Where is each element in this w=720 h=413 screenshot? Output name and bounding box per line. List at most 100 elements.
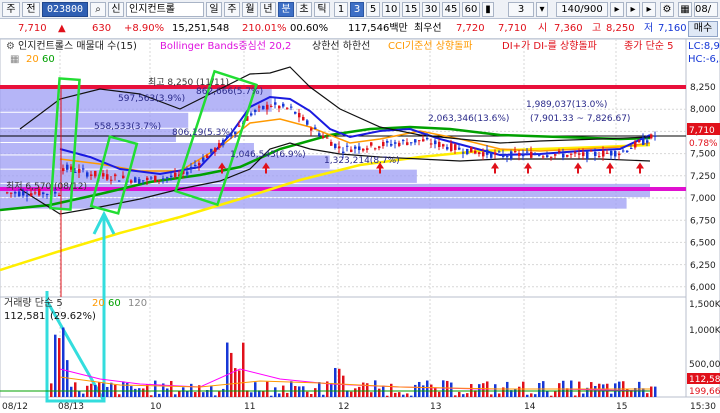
interval-15-button[interactable]: 15 (402, 2, 420, 17)
volume-ratio: 210.01% (242, 23, 287, 34)
candle-up (378, 146, 381, 149)
candle-down (434, 140, 437, 145)
interval-10-button[interactable]: 10 (382, 2, 400, 17)
volume-bar (558, 383, 561, 397)
period-week-button[interactable]: 주 (224, 2, 240, 17)
legend-ma60: 60 (42, 54, 55, 65)
candle-down (502, 153, 505, 157)
candle-up (310, 128, 313, 131)
candle-down (386, 140, 389, 143)
volume-bar (142, 388, 145, 397)
candle-up (366, 148, 369, 150)
candle-down (538, 154, 541, 156)
mode-select[interactable]: 주 (2, 2, 20, 17)
volume-bar (654, 386, 657, 397)
volume-bar (290, 381, 293, 397)
candle-up (550, 156, 553, 158)
code-search-icon[interactable]: ⌕ (90, 2, 106, 17)
volume-bar (378, 388, 381, 397)
volume-bar (226, 342, 229, 397)
scroll-end-icon[interactable]: ▸ (642, 2, 656, 17)
multiplier-dropdown-icon[interactable]: ▾ (536, 2, 548, 17)
candle-down (486, 149, 489, 155)
candle-down (342, 151, 345, 153)
candle-up (570, 153, 573, 155)
candle-up (542, 156, 545, 158)
stock-name-field[interactable]: 인지컨트롤 (126, 2, 204, 17)
volume-bar (466, 393, 469, 397)
calendar-icon[interactable]: ▦ (678, 2, 692, 17)
volume-bar (338, 368, 341, 397)
candle-up (330, 141, 333, 146)
volume-bar (530, 393, 533, 397)
price-axis-label: 6,500 (690, 239, 716, 249)
period-tick-button[interactable]: 틱 (314, 2, 330, 17)
price-chart[interactable]: 8,2508,0007,7507,5007,2507,0006,7506,500… (0, 39, 720, 413)
best-ask-price: 7,720 (456, 23, 485, 34)
period-minute-button[interactable]: 분 (278, 2, 294, 17)
date-snippet: 08/ (694, 2, 718, 17)
interval-5-button[interactable]: 5 (366, 2, 380, 17)
zoom-in-icon[interactable]: ▸ (626, 2, 640, 17)
time-axis-label: 14 (524, 402, 536, 412)
volume-bar (442, 380, 445, 397)
candle-up (578, 153, 581, 155)
volume-bar (518, 386, 521, 397)
settings-icon[interactable]: ⚙ (660, 2, 674, 17)
candle-up (6, 192, 9, 194)
price-axis-label: 7,250 (690, 172, 716, 182)
multiplier-select[interactable]: 3 (508, 2, 534, 17)
volume-bar (550, 395, 553, 397)
volume-bar (250, 392, 253, 397)
zoom-out-icon[interactable]: ▸ (610, 2, 624, 17)
candle-down (254, 110, 257, 112)
time-axis-label: 10 (150, 402, 162, 412)
volume-bar (118, 394, 121, 397)
candle-down (318, 133, 321, 136)
interval-3-button[interactable]: 3 (350, 2, 364, 17)
interval-30-button[interactable]: 30 (422, 2, 440, 17)
candle-up (438, 141, 441, 147)
volume-last-value: 112,581 (4, 311, 45, 322)
volume-bar (122, 381, 125, 397)
volume-axis-1000k: 1,000K (689, 326, 720, 336)
stock-code-input[interactable]: 023800 (42, 2, 88, 17)
prev-tab-button[interactable]: 전 (22, 2, 40, 17)
price-change: 630 (92, 23, 112, 34)
period-day-button[interactable]: 일 (206, 2, 222, 17)
volume-bar (514, 389, 517, 397)
candle-up (110, 179, 113, 181)
volume-bar (138, 388, 141, 397)
candle-up (598, 156, 601, 158)
bar-count-input[interactable]: 140/900 (556, 2, 608, 17)
profile-label-3: 862,666(5.7%) (196, 87, 263, 97)
volume-bar (318, 382, 321, 397)
buy-button[interactable]: 매수 (688, 21, 718, 37)
interval-1-button[interactable]: 1 (334, 2, 348, 17)
volume-bar (434, 387, 437, 397)
volume-bar (134, 388, 137, 397)
candle-down (522, 153, 525, 157)
interval-60-button[interactable]: 60 (462, 2, 480, 17)
candle-up (494, 152, 497, 155)
volume-bar (150, 395, 153, 397)
period-month-button[interactable]: 월 (242, 2, 258, 17)
candle-up (30, 193, 33, 196)
volume-bar (490, 394, 493, 397)
candle-up (122, 175, 125, 179)
volume-bar (158, 393, 161, 397)
chart-type-icon[interactable]: ▮ (482, 2, 494, 17)
candle-up (10, 192, 13, 194)
candle-down (334, 143, 337, 148)
period-year-button[interactable]: 년 (260, 2, 276, 17)
period-second-button[interactable]: 초 (296, 2, 312, 17)
candle-down (186, 171, 189, 175)
volume-bar (130, 386, 133, 397)
candle-down (250, 113, 253, 116)
candle-up (350, 149, 353, 152)
volume-legend-ma60: 60 (108, 298, 121, 309)
credit-icon[interactable]: 신 (108, 2, 124, 17)
candle-down (354, 146, 357, 149)
candle-up (94, 170, 97, 177)
interval-45-button[interactable]: 45 (442, 2, 460, 17)
